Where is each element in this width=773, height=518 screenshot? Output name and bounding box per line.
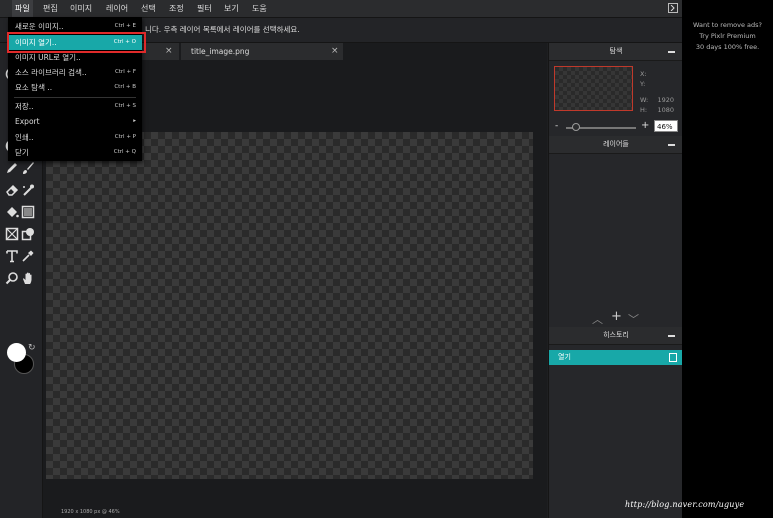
pixlr-editor: 파일 편집 이미지 레이어 선택 조정 필터 보기 도움 니다. 우측 레이어 … [0,0,682,518]
history-header: 히스토리 [549,327,682,345]
nav-h-value: 1080 [657,106,674,114]
menu-file[interactable]: 파일 [12,0,33,17]
menubar: 파일 편집 이미지 레이어 선택 조정 필터 보기 도움 [0,0,682,18]
foreground-color-swatch[interactable] [7,343,26,362]
menu-image[interactable]: 이미지 [67,0,95,17]
close-icon[interactable]: × [165,43,173,60]
brush-icon[interactable] [21,161,37,177]
status-text: 1920 x 1080 px @ 46% [61,509,120,515]
menu-help[interactable]: 도움 [249,0,270,17]
menu-item-label: Export [15,117,40,126]
ad-line-2[interactable]: Try Pixlr Premium [682,32,773,40]
minimize-icon[interactable] [668,51,675,53]
menu-item-shortcut: Ctrl + P [114,134,136,140]
menu-select[interactable]: 선택 [138,0,159,17]
menu-view[interactable]: 보기 [221,0,242,17]
menu-item-label: 요소 탐색 .. [15,83,53,92]
zoom-out-icon[interactable]: - [555,121,558,131]
gradient-icon[interactable] [21,205,37,221]
minimize-icon[interactable] [668,144,675,146]
menu-item-print[interactable]: 인쇄.. Ctrl + P [8,130,142,145]
menu-adjust[interactable]: 조정 [166,0,187,17]
menu-item-label: 저장.. [15,102,34,111]
add-layer-icon[interactable]: + [611,309,622,324]
zoom-icon[interactable] [5,271,21,287]
layers-header: 레이어들 [549,136,682,154]
ad-line-3[interactable]: 30 days 100% free. [682,43,773,51]
menu-item-label: 인쇄.. [15,133,34,142]
menu-layer[interactable]: 레이어 [103,0,131,17]
ad-line-1[interactable]: Want to remove ads? [682,21,773,29]
eraser-icon[interactable] [5,183,21,199]
nav-w-value: 1920 [657,96,674,104]
menu-edit[interactable]: 편집 [40,0,61,17]
minimize-icon[interactable] [668,335,675,337]
eyedropper-icon[interactable] [21,249,37,265]
menu-filter[interactable]: 필터 [194,0,215,17]
zoom-slider-handle[interactable] [571,123,580,131]
nav-x-label: X: [640,70,647,78]
image-canvas[interactable] [46,132,533,479]
watermark: http://blog.naver.com/uguye [625,500,745,509]
menu-item-shortcut: Ctrl + B [114,84,136,90]
submenu-arrow-icon: ▸ [133,118,136,124]
menu-item-shortcut: Ctrl + Q [113,149,136,155]
menu-item-label: 소스 라이브러리 검색.. [15,68,87,77]
menu-item-search-library[interactable]: 소스 라이브러리 검색.. Ctrl + F [8,65,142,80]
move-layer-up-icon[interactable]: ︿ [592,311,603,327]
history-item-label: 열기 [558,353,571,361]
menu-separator [14,97,136,98]
menu-item-label: 닫기 [15,148,29,157]
navigator-thumbnail[interactable] [554,66,633,111]
menu-item-shortcut: Ctrl + F [114,69,136,75]
menu-item-browse-elements[interactable]: 요소 탐색 .. Ctrl + B [8,80,142,95]
red-highlight-box [7,32,146,53]
right-panel: 탐색 X: Y: W: 1920 H: 1080 - + 46% 레이어들 ︿ … [548,43,682,518]
crop-box-icon[interactable] [5,227,21,243]
history-title: 히스토리 [603,331,629,339]
menu-item-shortcut: Ctrl + S [114,103,136,109]
pencil-icon[interactable] [5,161,21,177]
history-item[interactable]: 열기 [549,350,682,365]
layers-title: 레이어들 [603,140,629,148]
fullscreen-icon[interactable] [668,3,678,13]
options-hint: 니다. 우측 레이어 목록에서 레이어를 선택하세요. [145,25,300,34]
zoom-input[interactable]: 46% [654,120,678,132]
menu-item-export[interactable]: Export ▸ [8,114,142,129]
move-layer-down-icon[interactable]: ﹀ [628,311,639,327]
nav-y-label: Y: [640,80,646,88]
tab-title-image[interactable]: title_image.png × [181,43,343,60]
menu-item-save[interactable]: 저장.. Ctrl + S [8,99,142,114]
text-icon[interactable] [5,249,21,265]
close-icon[interactable]: × [331,43,339,60]
clone-icon[interactable] [21,183,37,199]
navigator-title: 탐색 [609,47,623,55]
ad-panel: Want to remove ads? Try Pixlr Premium 30… [682,0,773,518]
shape-icon[interactable] [21,227,37,243]
layer-actions: ︿ + ﹀ [549,309,682,327]
menu-item-close[interactable]: 닫기 Ctrl + Q [8,145,142,160]
navigator-header: 탐색 [549,43,682,61]
bucket-icon[interactable] [5,205,21,221]
zoom-in-icon[interactable]: + [641,120,649,131]
swap-icon[interactable]: ↻ [28,343,36,353]
hand-icon[interactable] [21,271,37,287]
document-icon [669,353,677,362]
tab-label: title_image.png [191,47,250,56]
